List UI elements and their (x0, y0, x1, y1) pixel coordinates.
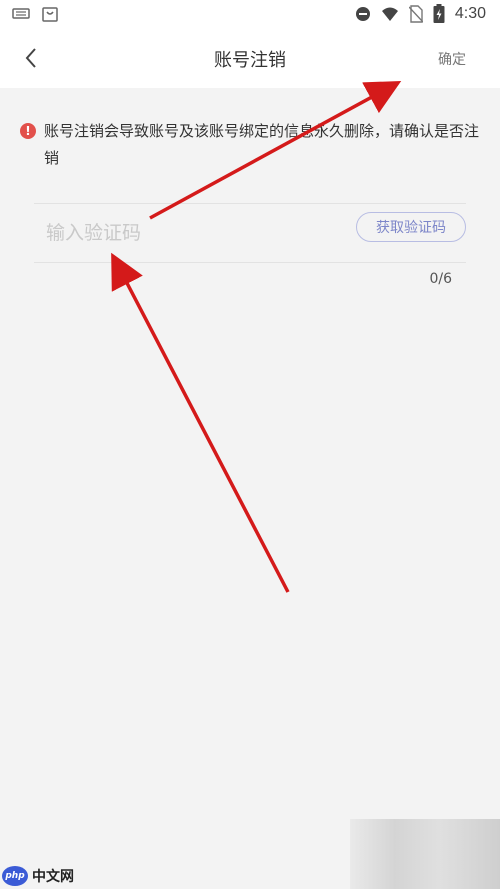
status-bar-right: 4:30 (355, 4, 486, 24)
verification-code-input[interactable] (46, 218, 306, 248)
no-sim-icon (408, 5, 423, 23)
watermark-text: 中文网 (32, 869, 74, 885)
wifi-icon (381, 7, 398, 21)
page-title: 账号注销 (214, 50, 286, 71)
mosaic-blur (350, 819, 500, 889)
warning-text: 账号注销会导致账号及该账号绑定的信息永久删除，请确认是否注销 (44, 122, 480, 167)
confirm-button[interactable]: 确定 (438, 49, 466, 69)
bag-icon (42, 7, 58, 22)
battery-icon (433, 4, 445, 23)
watermark: php 中文网 (0, 863, 74, 889)
dnd-icon (355, 7, 370, 21)
get-code-button[interactable]: 获取验证码 (356, 212, 466, 242)
alert-icon: ! (20, 123, 36, 139)
php-logo: php (2, 866, 28, 886)
verification-code-row: 获取验证码 (34, 203, 466, 263)
status-time: 4:30 (454, 5, 486, 22)
status-bar: 4:30 (0, 0, 500, 28)
keyboard-icon (12, 8, 30, 19)
arrow-to-input (111, 252, 290, 593)
warning-message: ! 账号注销会导致账号及该账号绑定的信息永久删除，请确认是否注销 (20, 118, 480, 172)
app-header: 账号注销 确定 (0, 28, 500, 88)
status-bar-left (12, 5, 58, 23)
input-counter: 0/6 (429, 271, 452, 287)
